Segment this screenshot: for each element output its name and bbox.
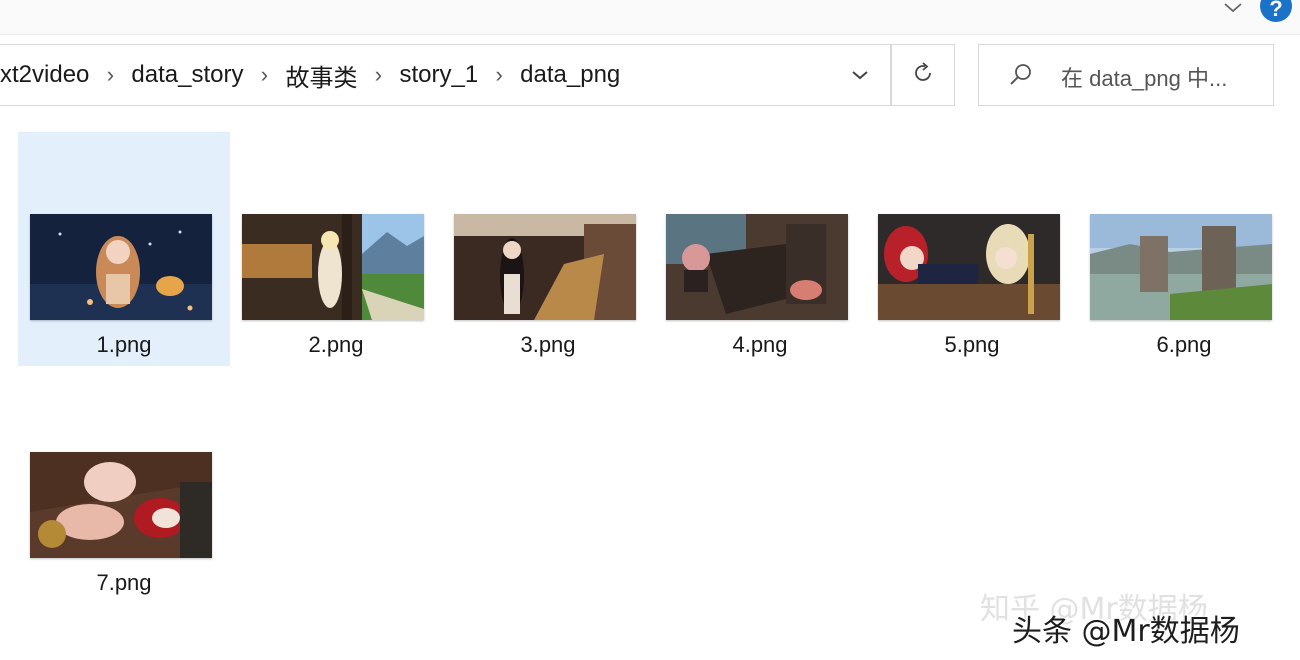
breadcrumb-item[interactable]: story_1 [399,61,478,89]
ribbon-edge: ? [0,0,1300,35]
file-name: 2.png [308,332,364,357]
thumbnail-image [666,214,848,320]
file-item[interactable]: 1.png [18,132,230,366]
breadcrumb-item[interactable]: data_story [131,61,243,89]
breadcrumb-item[interactable]: xt2video [0,61,89,89]
thumbnail-image [878,214,1060,320]
file-item[interactable]: 5.png [866,132,1078,366]
file-item[interactable]: 4.png [654,132,866,366]
chevron-right-icon[interactable]: › [357,62,399,88]
search-icon [1007,61,1035,89]
thumbnail-image [30,452,212,558]
thumbnail-image [30,214,212,320]
thumbnail-image [454,214,636,320]
file-name: 7.png [96,570,152,595]
chevron-down-icon[interactable] [840,59,880,91]
refresh-button[interactable] [891,44,955,106]
file-item[interactable]: 3.png [442,132,654,366]
help-icon[interactable]: ? [1260,0,1292,22]
chevron-right-icon[interactable]: › [243,62,285,88]
chevron-right-icon[interactable]: › [478,62,520,88]
breadcrumb-item[interactable]: data_png [520,61,620,89]
file-name: 6.png [1156,332,1212,357]
file-item[interactable]: 2.png [230,132,442,366]
file-name: 3.png [520,332,576,357]
refresh-icon [910,60,936,91]
address-bar[interactable]: xt2video › data_story › 故事类 › story_1 › … [0,44,891,106]
search-input[interactable]: 在 data_png 中... [978,44,1274,106]
expand-ribbon-icon[interactable] [1221,0,1245,18]
file-name: 5.png [944,332,1000,357]
chevron-right-icon[interactable]: › [89,62,131,88]
file-name: 4.png [732,332,788,357]
thumbnail-image [242,214,424,320]
file-name: 1.png [96,332,152,357]
breadcrumb: xt2video › data_story › 故事类 › story_1 › … [0,45,620,105]
file-item[interactable]: 6.png [1078,132,1290,366]
breadcrumb-item[interactable]: 故事类 [285,58,357,93]
watermark-toutiao: 头条 @Mr数据杨 [1012,614,1240,649]
file-item[interactable]: 7.png [18,370,230,604]
search-placeholder: 在 data_png 中... [1061,66,1228,91]
thumbnail-image [1090,214,1272,320]
